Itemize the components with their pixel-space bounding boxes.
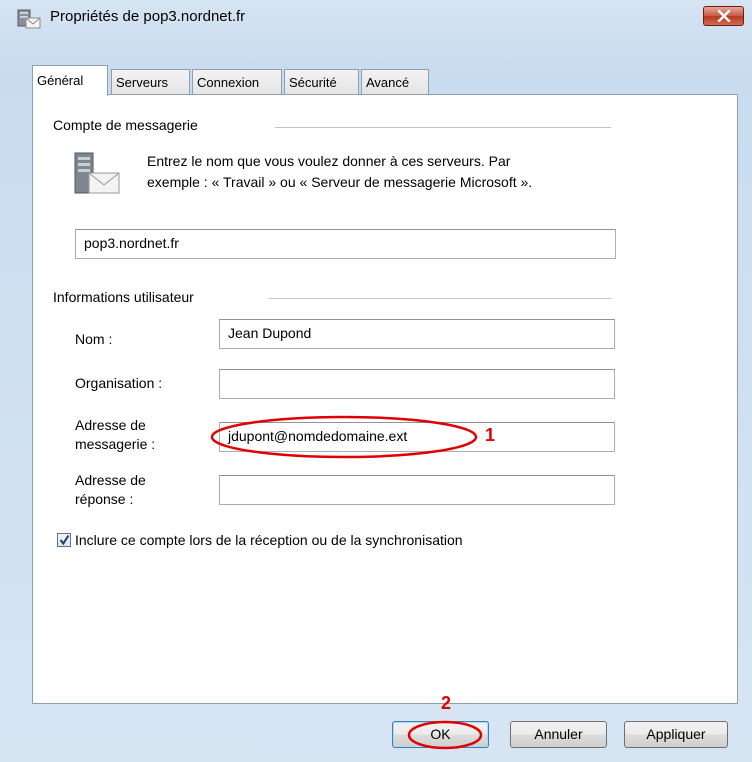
account-description-line2: exemple : « Travail » ou « Serveur de me… xyxy=(147,174,533,190)
title-bar[interactable]: Propriétés de pop3.nordnet.fr xyxy=(0,0,752,36)
user-info-group-divider xyxy=(269,298,611,299)
close-button[interactable] xyxy=(703,6,744,26)
window-title: Propriétés de pop3.nordnet.fr xyxy=(50,8,246,25)
apply-button[interactable]: Appliquer xyxy=(624,721,728,748)
properties-dialog: Propriétés de pop3.nordnet.fr Général Se… xyxy=(0,0,752,762)
tab-security[interactable]: Sécurité xyxy=(284,69,359,95)
organization-label: Organisation : xyxy=(75,375,163,391)
include-account-label[interactable]: Inclure ce compte lors de la réception o… xyxy=(75,530,463,550)
annotation-marker-2: 2 xyxy=(441,693,452,713)
close-icon xyxy=(717,10,731,22)
name-input[interactable]: Jean Dupond xyxy=(219,319,615,349)
reply-input[interactable] xyxy=(219,475,615,505)
reply-label-line1: Adresse de xyxy=(75,472,146,488)
annotation-marker-1: 1 xyxy=(485,425,496,445)
checkmark-icon xyxy=(59,534,70,546)
tab-general[interactable]: Général xyxy=(32,65,108,96)
email-input[interactable]: jdupont@nomdedomaine.ext xyxy=(219,422,615,452)
tab-connection[interactable]: Connexion xyxy=(192,69,282,95)
account-description-line1: Entrez le nom que vous voulez donner à c… xyxy=(147,153,511,169)
server-mail-icon xyxy=(71,149,123,204)
account-group-divider xyxy=(275,127,611,128)
ok-button[interactable]: OK xyxy=(392,721,489,748)
cancel-button[interactable]: Annuler xyxy=(510,721,607,748)
user-info-group-label: Informations utilisateur xyxy=(53,289,194,305)
organization-input[interactable] xyxy=(219,369,615,399)
email-label-line2: messagerie : xyxy=(75,436,156,452)
name-label: Nom : xyxy=(75,331,113,347)
account-group-label: Compte de messagerie xyxy=(53,117,198,133)
reply-label-line2: réponse : xyxy=(75,491,134,507)
tab-advanced[interactable]: Avancé xyxy=(361,69,429,95)
email-label-line1: Adresse de xyxy=(75,417,146,433)
account-name-input[interactable]: pop3.nordnet.fr xyxy=(75,229,616,259)
include-account-checkbox[interactable] xyxy=(57,533,71,547)
mail-server-icon xyxy=(16,8,42,30)
general-tab-panel: Compte de messagerie Entrez le nom que v… xyxy=(32,94,738,704)
tab-servers[interactable]: Serveurs xyxy=(111,69,190,95)
